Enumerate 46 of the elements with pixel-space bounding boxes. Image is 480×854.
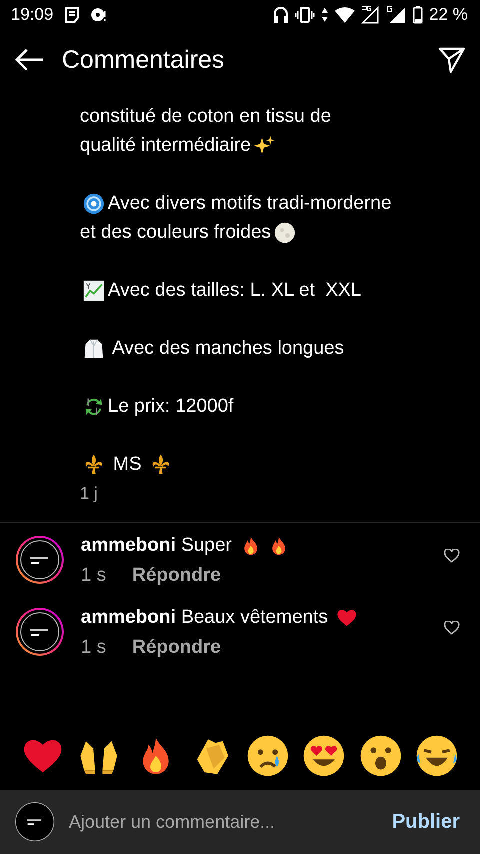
heart-icon <box>336 607 358 629</box>
caption-text: et des couleurs froides <box>80 221 272 245</box>
caption-text: MS <box>112 453 143 477</box>
caption-text: constitué de coton en tissu de <box>80 105 332 129</box>
reply-link[interactable]: Répondre <box>132 565 222 587</box>
caption-text: Avec des tailles: L. XL et XXL <box>108 279 362 303</box>
like-heart-icon[interactable] <box>444 549 460 563</box>
publish-button[interactable]: Publier <box>392 810 460 834</box>
battery-icon <box>413 6 424 24</box>
comment-text: ammeboni Super <box>81 535 234 557</box>
heart-eyes-face-icon <box>302 734 346 778</box>
signal-icon <box>387 6 408 24</box>
avatar-icon[interactable] <box>15 607 65 657</box>
sparkles-icon <box>254 134 276 156</box>
signal-icon <box>361 6 382 24</box>
laughing-face-icon <box>414 734 459 778</box>
screen-title: Commentaires <box>62 46 226 74</box>
comment-time: 1 s <box>81 637 106 659</box>
like-heart-icon[interactable] <box>444 621 460 635</box>
send-icon[interactable] <box>438 46 466 74</box>
crying-face-icon <box>246 734 290 778</box>
notification-icon <box>64 7 80 23</box>
caption-text: qualité intermédiaire <box>80 134 252 158</box>
comment-text: ammeboni Beaux vêtements <box>81 607 330 629</box>
caption-text: Avec des manches longues <box>111 337 344 361</box>
status-time: 19:09 <box>11 5 54 25</box>
avatar-icon[interactable] <box>15 535 65 585</box>
fleur-de-lis-icon <box>83 454 105 476</box>
caption-text: Avec divers motifs tradi-morderne <box>108 192 392 216</box>
wifi-icon <box>335 7 356 23</box>
data-arrows-icon <box>321 7 330 23</box>
coat-icon <box>83 338 105 360</box>
surprised-face-icon <box>358 734 403 778</box>
battery-level: 22 % <box>429 5 468 25</box>
moon-icon <box>274 222 296 244</box>
post-time: 1 j <box>80 483 99 505</box>
back-arrow-icon[interactable] <box>14 48 44 72</box>
caption-text: Le prix: 12000f <box>108 395 234 419</box>
vibrate-icon <box>295 7 316 23</box>
comment-input-field[interactable]: Ajouter un commentaire... <box>69 812 378 832</box>
reply-link[interactable]: Répondre <box>132 637 222 659</box>
spiral-icon <box>83 192 105 214</box>
comment-time: 1 s <box>81 565 106 587</box>
avatar-icon[interactable] <box>15 802 55 842</box>
headphones-icon <box>273 6 290 24</box>
chart-icon <box>83 280 105 302</box>
